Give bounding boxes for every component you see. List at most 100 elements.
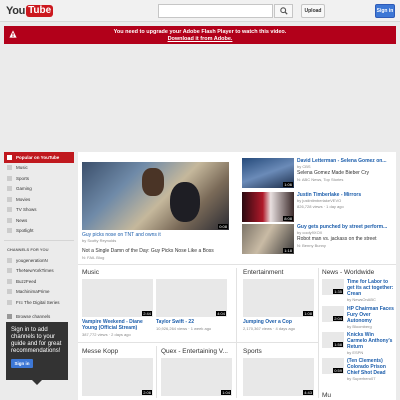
video-thumbnail[interactable]: 1:06: [242, 158, 294, 188]
guide-item-label: Spotlight: [16, 228, 34, 234]
guide-item-movies[interactable]: Movies: [4, 194, 74, 205]
video-channel[interactable]: by Superhero07: [347, 376, 375, 381]
video-meta: 2,170,367 views · 4 days ago: [243, 326, 296, 331]
thumbnail-figure: [170, 182, 200, 222]
channel-avatar: [7, 257, 12, 263]
guide-sidebar: Popular on YouTube Music Sports Gaming M…: [4, 152, 74, 322]
spotlight-icon: [7, 228, 12, 234]
duration-badge: 1:08: [303, 311, 313, 316]
video-title[interactable]: Time for Labor to get its act together: …: [347, 279, 395, 297]
video-channel[interactable]: by Bloomberg: [347, 324, 372, 329]
section-title-entertainment[interactable]: Entertainment: [243, 269, 283, 276]
popular-icon: [7, 154, 12, 160]
video-thumbnail[interactable]: 4:04: [156, 279, 227, 317]
video-channel[interactable]: by NewsOnABC: [347, 297, 376, 302]
video-title[interactable]: (Ten Clements) Colorado Prison Chief Sho…: [347, 358, 395, 376]
guide-item-tv-shows[interactable]: TV Shows: [4, 205, 74, 216]
channel-avatar: [7, 289, 12, 295]
guide-channel[interactable]: Fr≡ The Digital Series: [4, 297, 74, 308]
section-title-sports[interactable]: Sports: [243, 348, 262, 355]
upload-button[interactable]: Upload: [301, 4, 325, 18]
guide-item-label: Movies: [16, 196, 31, 202]
search-input[interactable]: [158, 4, 273, 18]
video-meta: 387,772 views · 2 days ago: [82, 332, 131, 337]
featured-video-channel[interactable]: by Scotty Reynolds: [82, 238, 116, 243]
browse-channels-label: Browse channels: [16, 314, 51, 319]
video-channel[interactable]: by CBS: [297, 164, 311, 169]
guide-item-music[interactable]: Music: [4, 163, 74, 174]
guide-divider: [4, 240, 74, 241]
video-channel[interactable]: by cooly9XOX: [297, 230, 322, 235]
main-feed: 0:08 Guy picks nose on TNT and owns it b…: [78, 152, 396, 400]
gaming-icon: [7, 186, 12, 192]
promo-sign-in-button[interactable]: Sign in: [11, 359, 33, 368]
section-title-quex[interactable]: Quex - Entertaining V...: [161, 348, 228, 355]
guide-item-spotlight[interactable]: Spotlight: [4, 226, 74, 237]
guide-channel-label: MachinimaPrime: [16, 289, 50, 295]
guide-item-sports[interactable]: Sports: [4, 173, 74, 184]
video-thumbnail[interactable]: 2:44: [82, 279, 153, 317]
logo-tube-text: Tube: [26, 4, 54, 17]
duration-badge: 0:08: [218, 224, 228, 229]
signin-promo-text: Sign in to add channels to your guide an…: [11, 327, 62, 354]
channel-avatar: [7, 268, 12, 274]
duration-badge: 2:06: [142, 390, 152, 395]
video-title[interactable]: HP Chairman Faces Fury Over Autonomy: [347, 306, 395, 324]
duration-badge: 2:44: [142, 311, 152, 316]
video-thumbnail[interactable]: 0:59: [322, 358, 344, 374]
column-divider: [318, 268, 319, 398]
thumbnail-figure: [142, 168, 164, 196]
guide-channel[interactable]: TheNewYorkTimes: [4, 266, 74, 277]
video-thumbnail[interactable]: 1:04: [161, 358, 232, 396]
guide-item-label: Gaming: [16, 186, 32, 192]
browse-channels-link[interactable]: Browse channels: [4, 312, 74, 322]
search-button[interactable]: [274, 4, 293, 18]
video-title[interactable]: Knicks Win Carmelo Anthony's Return: [347, 332, 395, 350]
section-title-next[interactable]: Mu: [322, 392, 331, 399]
browse-icon: [7, 314, 12, 319]
video-title[interactable]: Vampire Weekend - Diane Young (Official …: [82, 319, 154, 331]
guide-channel-label: yougenerationN: [16, 257, 48, 263]
featured-video-thumbnail[interactable]: 0:08: [82, 162, 229, 230]
video-meta: N: Benny Bunny: [297, 243, 326, 248]
video-thumbnail[interactable]: 2:04: [322, 306, 344, 322]
flash-upgrade-message: You need to upgrade your Adobe Flash Pla…: [113, 29, 287, 35]
section-title-news[interactable]: News - Worldwide: [322, 269, 374, 276]
video-title[interactable]: Taylor Swift - 22: [156, 319, 228, 325]
guide-item-popular[interactable]: Popular on YouTube: [4, 152, 74, 163]
video-thumbnail[interactable]: 1:18: [242, 224, 294, 254]
duration-badge: 1:18: [283, 248, 293, 253]
download-flash-link[interactable]: Download it from Adobe.: [4, 36, 396, 43]
sign-in-button[interactable]: Sign in: [375, 4, 395, 18]
video-thumbnail[interactable]: 1:58: [322, 332, 344, 348]
movies-icon: [7, 196, 12, 202]
video-meta: 826,728 views · 1 day ago: [297, 204, 344, 209]
duration-badge: 8:08: [283, 216, 293, 221]
section-title-messe[interactable]: Messe Kopp: [82, 348, 118, 355]
news-icon: [7, 217, 12, 223]
video-channel[interactable]: by justintimberlakeVEVO: [297, 198, 341, 203]
video-thumbnail[interactable]: 8:08: [242, 192, 294, 222]
section-title-music[interactable]: Music: [82, 269, 99, 276]
duration-badge: 0:59: [333, 368, 343, 373]
guide-item-gaming[interactable]: Gaming: [4, 184, 74, 195]
video-title[interactable]: David Letterman - Selena Gomez on...: [297, 158, 395, 164]
video-channel[interactable]: by ESPN: [347, 350, 363, 355]
video-thumbnail[interactable]: 2:06: [82, 358, 153, 396]
video-title[interactable]: Jumping Over a Cop: [243, 319, 315, 325]
guide-channel[interactable]: BuzzFeed: [4, 276, 74, 287]
guide-item-label: TV Shows: [16, 207, 37, 213]
youtube-logo[interactable]: You Tube: [6, 4, 54, 17]
video-caption: Selena Gomez Made Bieber Cry: [297, 170, 369, 176]
video-thumbnail[interactable]: 1:08: [243, 279, 314, 317]
warning-icon: [9, 30, 17, 38]
video-thumbnail[interactable]: 1:35: [322, 279, 344, 295]
guide-channel[interactable]: yougenerationN: [4, 255, 74, 266]
guide-item-news[interactable]: News: [4, 215, 74, 226]
video-thumbnail[interactable]: 4:43: [243, 358, 314, 396]
music-icon: [7, 165, 12, 171]
column-divider: [236, 268, 237, 398]
top-bar: You Tube Upload Sign in: [0, 0, 400, 22]
flash-upgrade-banner: You need to upgrade your Adobe Flash Pla…: [4, 26, 396, 44]
guide-channel[interactable]: MachinimaPrime: [4, 287, 74, 298]
